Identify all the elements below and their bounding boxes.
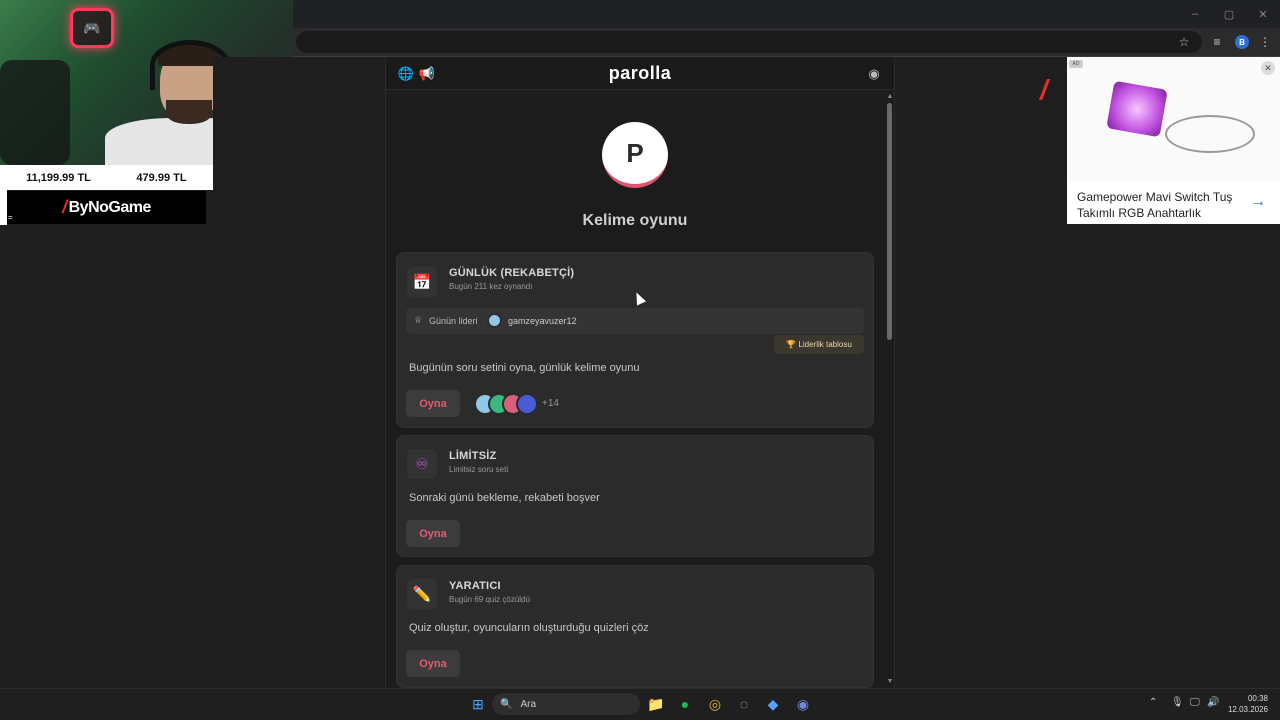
profile-avatar: B: [1235, 35, 1249, 49]
spotify-icon[interactable]: ●: [675, 694, 695, 714]
clock-time: 00:38: [1247, 694, 1268, 703]
app-icon[interactable]: ◌: [734, 694, 754, 714]
ad-image[interactable]: [1067, 57, 1280, 181]
infinity-icon: ♾: [407, 449, 437, 479]
card-subtitle: Limitsiz soru seti: [449, 465, 509, 474]
app-logo: P: [602, 122, 668, 188]
bynogame-mark-icon: /: [62, 197, 67, 217]
right-gutter: [895, 57, 1067, 688]
scrollbar-thumb[interactable]: [887, 103, 892, 340]
window-controls: – ▢ ✕: [1178, 0, 1280, 28]
search-placeholder: Ara: [520, 698, 537, 710]
browser-menu-icon[interactable]: ⋮: [1257, 34, 1273, 50]
ad-arrow-icon[interactable]: →: [1250, 193, 1266, 211]
pencil-icon: ✏️: [407, 579, 437, 609]
unlimited-play-button[interactable]: Oyna: [406, 520, 460, 547]
card-title: GÜNLÜK (REKABETÇİ): [449, 267, 575, 279]
card-description: Quiz oluştur, oyuncuların oluşturduğu qu…: [409, 622, 649, 634]
taskbar-clock[interactable]: 00:38 12.03.2026: [1222, 693, 1268, 715]
ad-title[interactable]: Gamepower Mavi Switch Tuş Takımlı RGB An…: [1077, 189, 1237, 221]
sponsor-widget-edge: [0, 165, 7, 225]
creative-play-button[interactable]: Oyna: [406, 650, 460, 677]
minimize-button[interactable]: –: [1178, 0, 1212, 28]
player-avatar: [516, 393, 538, 415]
address-bar[interactable]: [296, 31, 1202, 53]
windows-taskbar: [0, 688, 1280, 720]
chrome-icon[interactable]: ◎: [705, 694, 725, 714]
tray-chevron-icon[interactable]: ⌃: [1149, 697, 1157, 708]
network-icon[interactable]: 🖵: [1190, 697, 1200, 708]
profile-button[interactable]: B: [1234, 34, 1250, 50]
app-diamond-icon[interactable]: ◆: [763, 694, 783, 714]
taskbar-search[interactable]: 🔍 Ara: [492, 693, 640, 715]
start-menu-icon[interactable]: ⊞: [468, 694, 488, 714]
more-players-count: +14: [542, 398, 559, 409]
leader-avatar: [487, 313, 502, 328]
keychain-ring: [1165, 115, 1255, 153]
page-left-gutter: [213, 57, 385, 688]
leader-name[interactable]: gamzeyavuzer12: [508, 316, 577, 326]
calendar-icon: 📅: [407, 267, 437, 297]
search-icon: 🔍: [500, 698, 513, 710]
ad-close-icon[interactable]: ✕: [1261, 61, 1275, 75]
card-description: Bugünün soru setini oyna, günlük kelime …: [409, 362, 640, 374]
neon-gamepad-sign-icon: 🎮: [70, 8, 114, 48]
bookmark-star-icon[interactable]: ☆: [1176, 34, 1192, 50]
scroll-down-arrow-icon[interactable]: ▼: [886, 678, 894, 685]
sponsor-price-bar: 11,199.99 TL 479.99 TL: [7, 165, 213, 190]
scroll-up-arrow-icon[interactable]: ▲: [886, 93, 894, 100]
ad-badge: AD: [1069, 60, 1083, 68]
leader-label: Günün lideri: [429, 316, 478, 326]
maximize-button[interactable]: ▢: [1212, 0, 1246, 28]
sponsor-logo: / ByNoGame: [7, 191, 206, 224]
media-controls-icon[interactable]: ≡: [1209, 34, 1225, 50]
sponsor-brand-text: ByNoGame: [68, 198, 152, 216]
card-title: LİMİTSİZ: [449, 450, 497, 462]
card-description: Sonraki günü bekleme, rekabeti boşver: [409, 492, 600, 504]
volume-icon[interactable]: 🔊: [1207, 697, 1219, 708]
card-subtitle: Bugün 211 kez oynandı: [449, 282, 533, 291]
trophy-outline-icon: ♕: [414, 315, 423, 325]
close-button[interactable]: ✕: [1246, 0, 1280, 28]
file-explorer-icon[interactable]: 📁: [646, 694, 666, 714]
user-account-icon[interactable]: ◉: [866, 66, 882, 82]
price-right: 479.99 TL: [136, 171, 187, 184]
rgb-keycap-image: [1106, 80, 1168, 138]
card-subtitle: Bugün 69 quiz çözüldü: [449, 595, 530, 604]
brand-slash-logo-icon: /: [1040, 74, 1048, 105]
gaming-chair: [0, 60, 70, 165]
price-left: 11,199.99 TL: [26, 171, 91, 184]
streamer-beard: [166, 100, 212, 124]
card-title: YARATICI: [449, 580, 501, 592]
page-subtitle: Kelime oyunu: [582, 212, 688, 229]
discord-icon[interactable]: ◉: [793, 694, 813, 714]
microphone-icon[interactable]: 🎙: [1171, 697, 1184, 708]
clock-date: 12.03.2026: [1227, 705, 1268, 714]
daily-play-button[interactable]: Oyna: [406, 390, 460, 417]
corner-mark: =: [8, 213, 13, 222]
leaderboard-button[interactable]: 🏆 Liderlik tablosu: [774, 335, 864, 354]
app-title[interactable]: parolla: [386, 63, 894, 84]
